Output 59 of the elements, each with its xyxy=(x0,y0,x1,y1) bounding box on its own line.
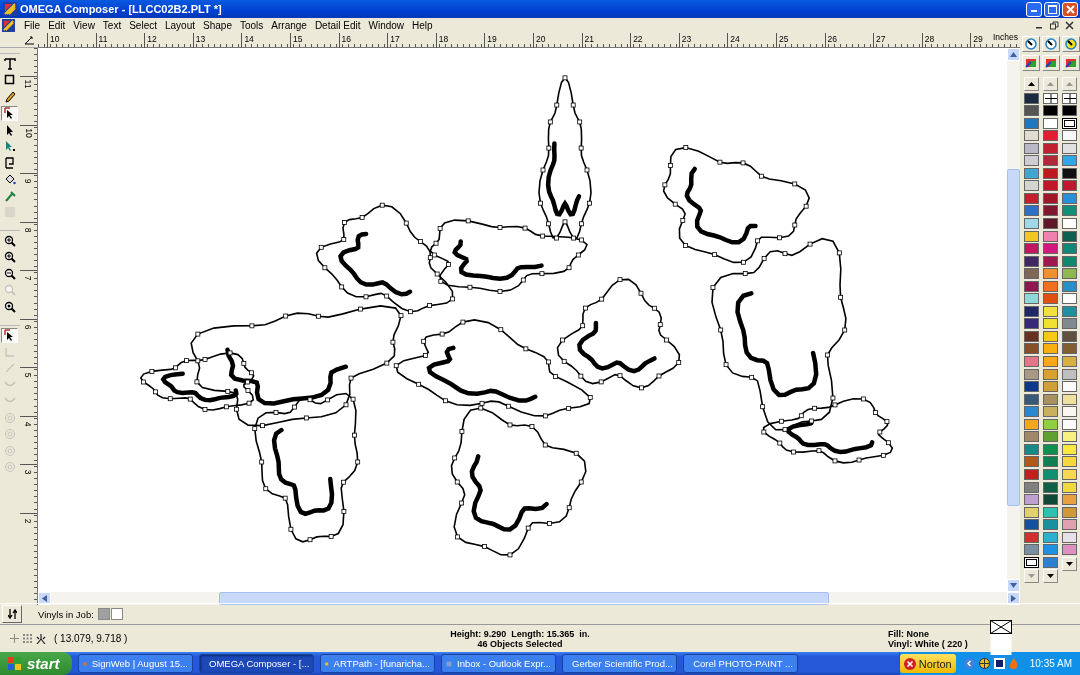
selection-count: 46 Objects Selected xyxy=(477,638,563,649)
menu-item[interactable]: View xyxy=(69,20,99,31)
ruler-label: 10 xyxy=(49,34,60,44)
ruler-label: 22 xyxy=(632,34,643,44)
fill-status: Fill: None xyxy=(888,628,930,639)
menu-item[interactable]: Window xyxy=(364,20,409,31)
menu-item[interactable]: Arrange xyxy=(267,20,311,31)
ruler-unit: Inches xyxy=(992,33,1019,44)
menu-item[interactable]: Detail Edit xyxy=(310,20,365,31)
ruler-label: 26 xyxy=(826,34,837,44)
ruler-label: 4 xyxy=(23,421,34,426)
ruler-label: 29 xyxy=(972,34,983,44)
menu-item[interactable]: File xyxy=(20,20,45,31)
ruler-label: 23 xyxy=(680,34,692,44)
taskbar-button[interactable]: Inbox - Outlook Expr... xyxy=(441,654,556,673)
ruler-label: 19 xyxy=(486,34,497,44)
ruler-label: 3 xyxy=(23,469,34,475)
taskbar-button[interactable]: ARTPath - [funaricha... xyxy=(320,654,435,673)
taskbar-button[interactable]: Gerber Scientific Prod... xyxy=(562,654,677,673)
window-title: OMEGA Composer - [LLCC02B2.PLT *] xyxy=(20,3,222,15)
clock: 10:35 AM xyxy=(1029,658,1072,669)
ruler-label: 15 xyxy=(291,34,303,44)
ruler-label: 25 xyxy=(777,34,789,44)
ruler-label: 21 xyxy=(583,34,594,44)
ruler-label: 9 xyxy=(23,178,34,184)
menu-item[interactable]: Text xyxy=(98,20,126,31)
vinyl-status: Vinyl: White ( 220 ) xyxy=(888,638,968,649)
menu-item[interactable]: Layout xyxy=(161,20,200,31)
ruler-label: 7 xyxy=(23,275,34,281)
menu-item[interactable]: Shape xyxy=(199,20,236,31)
ruler-label: 14 xyxy=(243,34,254,44)
ruler-label: 11 xyxy=(97,34,108,44)
ruler-label: 10 xyxy=(23,127,34,138)
ruler-label: 18 xyxy=(437,34,449,44)
cursor-coordinates: ( 13.079, 9.718 ) xyxy=(54,633,128,644)
menu-item[interactable]: Select xyxy=(125,20,161,31)
ruler-label: 20 xyxy=(534,34,546,44)
start-button[interactable]: start xyxy=(0,652,72,675)
menu-item[interactable]: Tools xyxy=(235,20,268,31)
ruler-label: 12 xyxy=(146,34,157,44)
menu-item[interactable]: Edit xyxy=(44,20,70,31)
ruler-label: 6 xyxy=(23,324,34,329)
ruler-label: 16 xyxy=(340,34,352,44)
ruler-label: 17 xyxy=(389,34,400,44)
ruler-label: 13 xyxy=(194,34,206,44)
norton-badge[interactable]: Norton xyxy=(899,654,956,673)
vinyls-label: Vinyls in Job: xyxy=(38,608,94,620)
ruler-label: 24 xyxy=(729,34,740,44)
ruler-label: 5 xyxy=(23,372,34,378)
selection-dimensions: Height: 9.290 Length: 15.365 in. xyxy=(450,628,590,639)
ruler-label: 27 xyxy=(875,34,886,44)
ruler-label: 28 xyxy=(923,34,935,44)
taskbar-button[interactable]: Corel PHOTO-PAINT ... xyxy=(683,654,798,673)
menu-item[interactable]: Help xyxy=(408,20,437,31)
taskbar-button[interactable]: SignWeb | August 15... xyxy=(78,654,193,673)
ruler-label: 11 xyxy=(23,79,34,89)
ruler-label: 8 xyxy=(23,227,34,232)
taskbar-button[interactable]: OMEGA Composer - [... xyxy=(199,654,314,673)
ruler-label: 2 xyxy=(23,518,34,523)
